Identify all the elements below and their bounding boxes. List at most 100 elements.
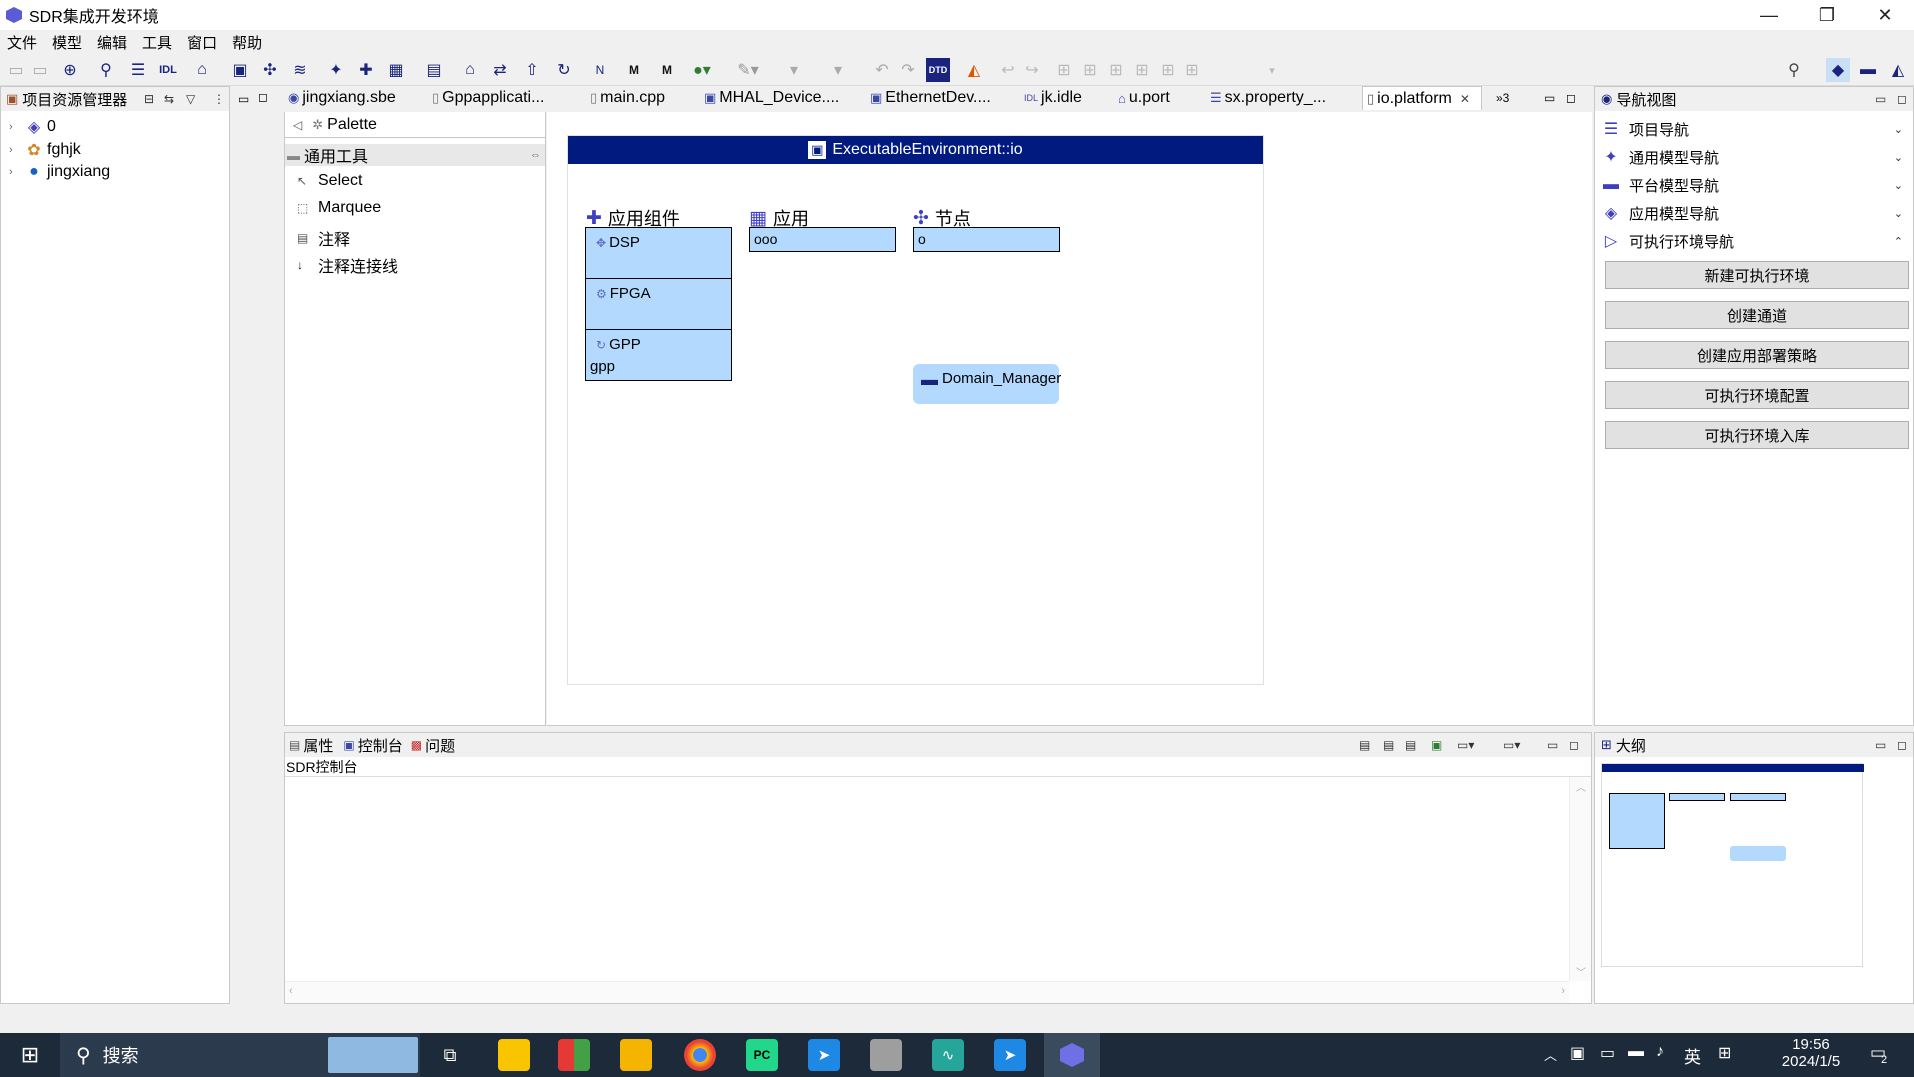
exec-env-import-button[interactable]: 可执行环境入库 (1605, 421, 1909, 449)
nav-app-model[interactable]: ◈ 应用模型导航 ⌄ (1601, 202, 1907, 224)
feishu-icon[interactable]: ➤ (994, 1039, 1026, 1071)
sdr-ide-taskbar-item[interactable] (1044, 1033, 1100, 1077)
nav-platform-model[interactable]: ▬ 平台模型导航 ⌄ (1601, 174, 1907, 196)
exec-env-config-button[interactable]: 可执行环境配置 (1605, 381, 1909, 409)
tab-console[interactable]: 控制台 (358, 735, 403, 756)
chevron-right-icon[interactable]: › (9, 166, 25, 178)
run-icon[interactable]: ●▾ (690, 58, 714, 82)
align2-icon[interactable]: ⊞ (1078, 58, 1102, 82)
pin-icon[interactable]: ⇔ (530, 149, 541, 161)
create-channel-button[interactable]: 创建通道 (1605, 301, 1909, 329)
align6-icon[interactable]: ⊞ (1180, 58, 1204, 82)
filter-icon[interactable]: ⚲ (94, 58, 118, 82)
palette-collapse-icon[interactable]: ◁ (293, 118, 302, 132)
maximize-view-icon[interactable]: ◻ (1897, 92, 1907, 106)
pycharm-icon[interactable]: PC (746, 1039, 778, 1071)
menu-edit[interactable]: 编辑 (97, 32, 127, 53)
task-view-icon[interactable]: ⧉ (434, 1039, 466, 1071)
link-icon[interactable]: ⇆ (164, 92, 174, 106)
package-icon[interactable]: ▤ (422, 58, 446, 82)
windows-start-icon[interactable]: ⊞ (14, 1039, 46, 1071)
collapse-all-icon[interactable]: ⊟ (144, 92, 154, 106)
share-icon[interactable]: ⇄ (488, 58, 512, 82)
component-cell-dsp[interactable]: ✥ DSP (586, 228, 731, 279)
chevron-down-icon[interactable]: ⌄ (1894, 123, 1903, 136)
align4-icon[interactable]: ⊞ (1130, 58, 1154, 82)
diagram-canvas[interactable]: ▣ ExecutableEnvironment::io ✚ 应用组件 ✥ DSP ⚙… (547, 112, 1592, 726)
chevron-down-icon[interactable]: ⌄ (1894, 179, 1903, 192)
refresh-icon[interactable]: ↻ (552, 58, 576, 82)
puzzle-icon[interactable]: ✚ (354, 58, 378, 82)
minimize-button[interactable]: — (1740, 0, 1798, 30)
graph-icon[interactable]: ✦ (324, 58, 348, 82)
scroll-down-icon[interactable]: ﹀ (1576, 964, 1586, 979)
chrome-icon[interactable] (684, 1039, 716, 1071)
editor-minimize-icon[interactable]: ▭ (1544, 86, 1555, 110)
apps-icon[interactable]: ▦ (384, 58, 408, 82)
layers-icon[interactable]: ≋ (288, 58, 312, 82)
nav-exec-env[interactable]: ▷ 可执行环境导航 ⌃ (1601, 230, 1907, 252)
close-button[interactable]: ✕ (1856, 0, 1914, 30)
nav-common-model[interactable]: ✦ 通用模型导航 ⌄ (1601, 146, 1907, 168)
palette-group[interactable]: ▬ 通用工具 ⇔ (285, 144, 545, 166)
chevron-right-icon[interactable]: › (9, 144, 25, 156)
close-tab-icon[interactable]: ✕ (1460, 92, 1470, 106)
minimize-view-icon[interactable]: ▭ (238, 92, 249, 106)
save-icon[interactable]: ▭ (4, 58, 28, 82)
palette-item-select[interactable]: ↖ Select (297, 172, 362, 190)
editor-maximize-icon[interactable]: ◻ (1566, 86, 1576, 110)
tab-jingxiang-sbe[interactable]: ◉ jingxiang.sbe (288, 86, 396, 110)
scroll-up-icon[interactable]: ︿ (1576, 779, 1586, 794)
minimize-view-icon[interactable]: ▭ (1547, 738, 1558, 752)
menu-tools[interactable]: 工具 (142, 32, 172, 53)
new-project-icon[interactable]: ⊕ (58, 58, 82, 82)
minimize-view-icon[interactable]: ▭ (1875, 92, 1886, 106)
tree-item[interactable]: › ● jingxiang (9, 163, 110, 181)
remote-desktop-icon[interactable] (870, 1039, 902, 1071)
tab-u-port[interactable]: ⌂ u.port (1118, 86, 1170, 110)
tree-item[interactable]: › ✿ fghjk (9, 140, 81, 160)
m-icon[interactable]: M (622, 58, 646, 82)
tab-jk-idle[interactable]: IDL jk.idle (1024, 86, 1082, 110)
create-deploy-policy-button[interactable]: 创建应用部署策略 (1605, 341, 1909, 369)
open-console-icon[interactable]: ▭▾ (1503, 738, 1520, 752)
filter-icon[interactable]: ▽ (186, 92, 195, 106)
undo-icon[interactable]: ↶ (870, 58, 894, 82)
feishu-icon[interactable]: ➤ (808, 1039, 840, 1071)
volume-icon[interactable]: ♪ (1656, 1043, 1664, 1061)
maximize-view-icon[interactable]: ◻ (1897, 738, 1907, 752)
menu-window[interactable]: 窗口 (187, 32, 217, 53)
chevron-down-icon[interactable]: ▾ (1260, 58, 1284, 82)
new-exec-env-button[interactable]: 新建可执行环境 (1605, 261, 1909, 289)
scroll-left-icon[interactable]: ‹ (289, 985, 293, 997)
maximize-view-icon[interactable]: ◻ (258, 90, 268, 104)
tab-overflow-button[interactable]: »3 (1496, 86, 1509, 110)
search-icon[interactable]: ⚲ (1782, 58, 1806, 82)
redo-icon[interactable]: ↷ (896, 58, 920, 82)
view-menu-icon[interactable]: ⋮ (213, 92, 225, 106)
tab-mhal-device[interactable]: ▣ MHAL_Device.... (704, 86, 839, 110)
minimize-view-icon[interactable]: ▭ (1875, 738, 1886, 752)
palette-item-marquee[interactable]: ⬚ Marquee (297, 199, 381, 217)
components-box[interactable]: ✥ DSP ⚙ FPGA ↻ GPP gpp (585, 227, 732, 381)
tray-app-icon[interactable]: ▣ (1570, 1043, 1585, 1063)
nav-icon[interactable]: ▾ (782, 58, 806, 82)
chevron-down-icon[interactable]: ⌄ (1894, 207, 1903, 220)
perspective-monitor-icon[interactable]: ▬ (1856, 58, 1880, 82)
network-icon[interactable]: ✣ (258, 58, 282, 82)
align-icon[interactable]: ⊞ (1052, 58, 1076, 82)
align5-icon[interactable]: ⊞ (1156, 58, 1180, 82)
tab-problems[interactable]: 问题 (425, 735, 455, 756)
m-down-icon[interactable]: M (655, 58, 679, 82)
perspective-chart-icon[interactable]: ◭ (1886, 58, 1910, 82)
align3-icon[interactable]: ⊞ (1104, 58, 1128, 82)
list-icon[interactable]: ☰ (126, 58, 150, 82)
tab-gppapplication[interactable]: ▯ Gppapplicati... (432, 86, 544, 110)
n-icon[interactable]: N (588, 58, 612, 82)
keyboard-icon[interactable]: ⊞ (1718, 1043, 1731, 1063)
tree-item[interactable]: › ◈ 0 (9, 117, 56, 137)
horizontal-scrollbar[interactable]: ‹ › (285, 981, 1569, 1003)
back-icon[interactable]: ↩ (996, 58, 1020, 82)
forward-icon[interactable]: ↪ (1020, 58, 1044, 82)
maximize-button[interactable]: ❐ (1798, 0, 1856, 30)
